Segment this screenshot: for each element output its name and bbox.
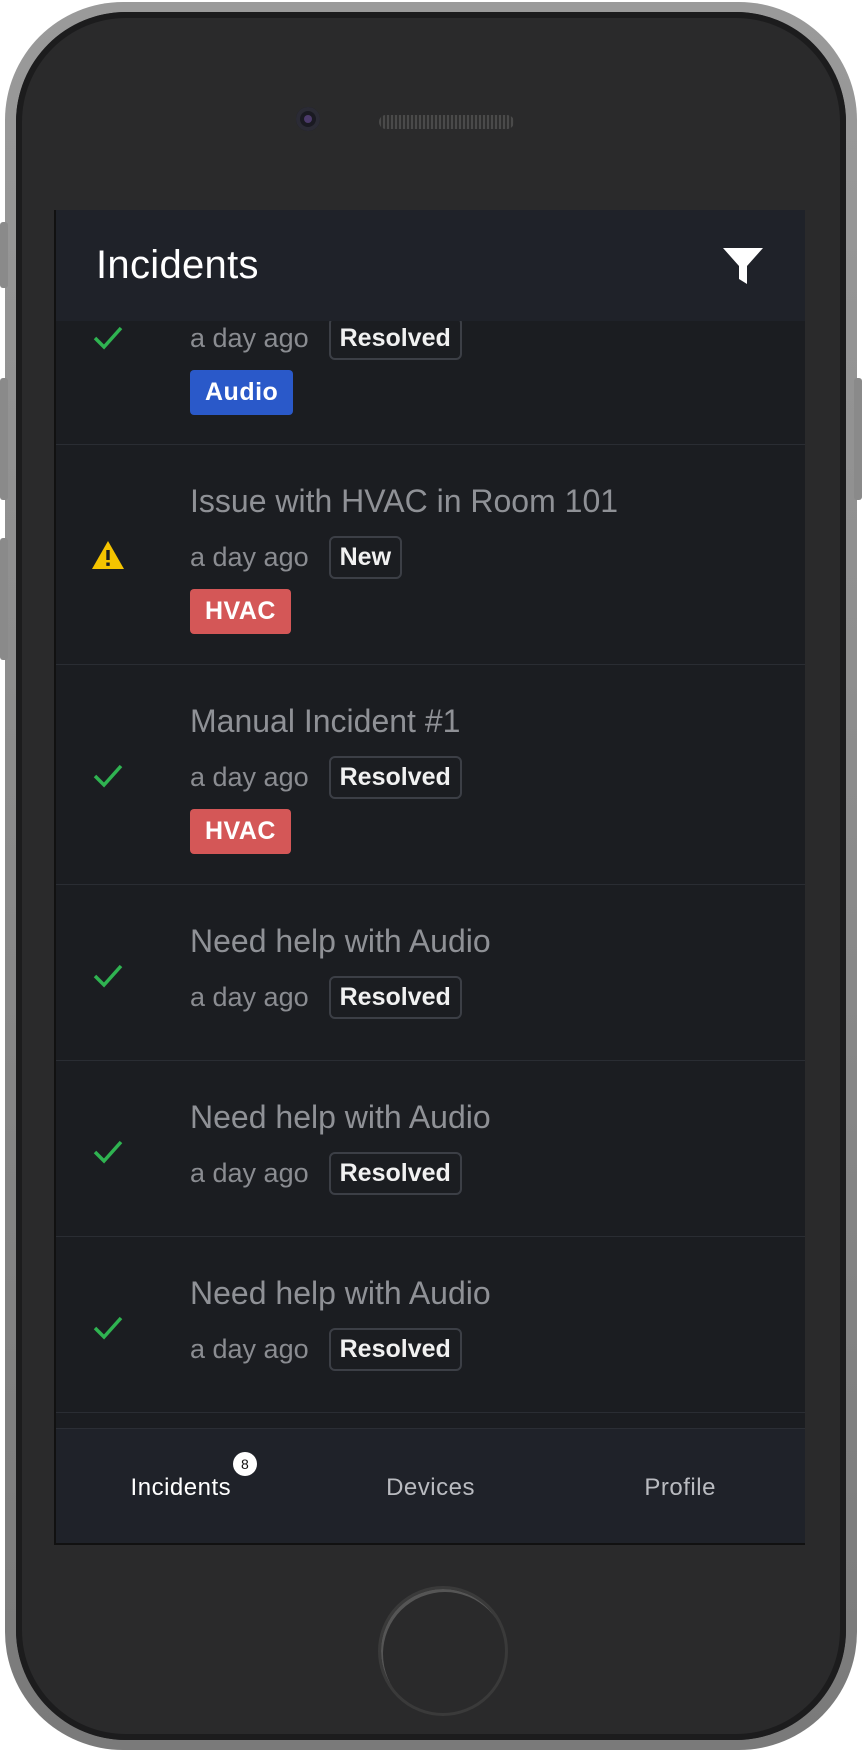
- incident-meta: a day ago Resolved: [190, 321, 462, 360]
- incident-meta: a day ago Resolved: [190, 1328, 491, 1371]
- home-button[interactable]: [378, 1586, 508, 1716]
- incident-title: Need help with Audio: [190, 923, 491, 959]
- incident-meta: a day ago Resolved: [190, 1152, 491, 1195]
- mute-switch: [0, 222, 8, 288]
- incident-title: Need help with Audio: [190, 1275, 491, 1311]
- nav-incidents[interactable]: Incidents 8: [56, 1429, 306, 1543]
- app-screen: Incidents a day ago Resolved Audio Issue…: [54, 210, 805, 1545]
- volume-up-button: [0, 378, 8, 500]
- status-badge: Resolved: [328, 756, 462, 799]
- incident-title: Need help with Audio: [190, 1099, 491, 1135]
- incident-content: Need help with Audio a day ago Resolved: [190, 1275, 491, 1371]
- incident-time: a day ago: [190, 323, 309, 353]
- incident-item[interactable]: Issue with HVAC in Room 101 a day ago Ne…: [56, 445, 805, 665]
- incident-time: a day ago: [190, 982, 309, 1012]
- filter-icon: [723, 247, 763, 284]
- incident-time: a day ago: [190, 1158, 309, 1188]
- incident-title: Issue with HVAC in Room 101: [190, 483, 619, 519]
- incident-title: Manual Incident #1: [190, 703, 461, 739]
- category-tag: HVAC: [190, 809, 291, 854]
- nav-incidents-text: Incidents: [130, 1473, 232, 1501]
- incident-content: Need help with Audio a day ago Resolved: [190, 1099, 491, 1195]
- front-camera: [296, 107, 320, 131]
- incident-item[interactable]: Manual Incident #1 a day ago Resolved HV…: [56, 665, 805, 885]
- incident-item[interactable]: Need help with Audio a day ago Resolved: [56, 885, 805, 1061]
- check-icon: [90, 1134, 126, 1170]
- incident-content: Manual Incident #1 a day ago Resolved HV…: [190, 703, 462, 854]
- volume-down-button: [0, 538, 8, 660]
- status-badge: New: [328, 536, 403, 579]
- incidents-count-badge: 8: [233, 1451, 258, 1476]
- filter-button[interactable]: [719, 242, 767, 290]
- bottom-navigation: Incidents 8 Devices Profile: [56, 1428, 805, 1543]
- status-badge: Resolved: [328, 976, 462, 1019]
- incident-content: Issue with HVAC in Room 101 a day ago Ne…: [190, 483, 618, 634]
- incident-content: Need help with Audio a day ago Resolved: [190, 923, 491, 1019]
- incident-item[interactable]: Need help with Audio a day ago Resolved: [56, 1237, 805, 1413]
- category-tag: HVAC: [190, 589, 291, 634]
- incident-list[interactable]: a day ago Resolved Audio Issue with HVAC…: [56, 321, 805, 1431]
- app-header: Incidents: [56, 210, 805, 321]
- nav-profile[interactable]: Profile: [555, 1429, 805, 1543]
- incident-time: a day ago: [190, 762, 309, 792]
- incident-time: a day ago: [190, 1334, 309, 1364]
- incident-meta: a day ago New: [190, 536, 618, 579]
- nav-devices[interactable]: Devices: [306, 1429, 556, 1543]
- nav-devices-label: Devices: [386, 1473, 475, 1501]
- nav-incidents-label: Incidents 8: [130, 1451, 258, 1502]
- check-icon: [90, 958, 126, 994]
- check-icon: [90, 758, 126, 794]
- status-badge: Resolved: [328, 1152, 462, 1195]
- nav-profile-label: Profile: [644, 1473, 716, 1501]
- incident-meta: a day ago Resolved: [190, 756, 462, 799]
- check-icon: [90, 1310, 126, 1346]
- warning-icon: [90, 537, 126, 573]
- incident-content: a day ago Resolved Audio: [190, 321, 462, 415]
- check-icon: [90, 321, 126, 356]
- incident-item[interactable]: Need help with Audio a day ago Resolved: [56, 1061, 805, 1237]
- incident-meta: a day ago Resolved: [190, 976, 491, 1019]
- power-button: [854, 378, 862, 500]
- page-title: Incidents: [96, 243, 259, 287]
- status-badge: Resolved: [328, 1328, 462, 1371]
- category-tag: Audio: [190, 370, 294, 415]
- status-badge: Resolved: [328, 321, 462, 360]
- incident-time: a day ago: [190, 542, 309, 572]
- earpiece-speaker: [379, 115, 514, 129]
- incident-item[interactable]: a day ago Resolved Audio: [56, 321, 805, 445]
